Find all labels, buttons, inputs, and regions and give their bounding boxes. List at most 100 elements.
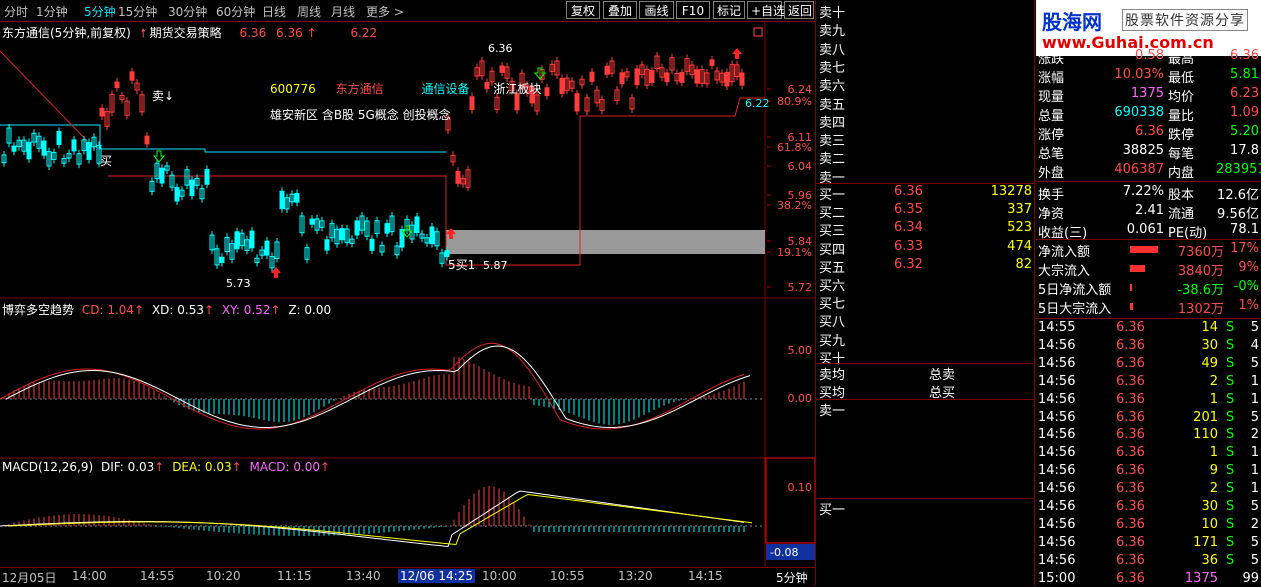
period-tab-8[interactable]: 月线: [331, 3, 355, 20]
up-arrow-icon: ↑: [134, 303, 145, 317]
low-price-label: 5.73: [226, 277, 251, 290]
candle: [144, 135, 150, 145]
tick-count: 5: [1250, 534, 1259, 550]
period-toolbar: 分时 1分钟 5分钟 15分钟 30分钟 60分钟 日线 周线 月线 更多 > 复权 叠加 画线 F10 标…: [0, 0, 815, 22]
indicator1-z: Z: 0.00: [288, 303, 332, 317]
flow-label: 大宗流入: [1038, 264, 1091, 279]
period-tab-5[interactable]: 60分钟: [216, 3, 255, 20]
quote-panel: 股海网 股票软件资源分享 www.Guhai.com.cn 涨跌 0.58 最高 6.…: [1036, 0, 1261, 586]
time-label: 14:00: [72, 569, 107, 583]
time-label: 12/06 14:25: [398, 569, 475, 583]
up-arrow-icon: ↑: [231, 460, 242, 474]
period-tab-6[interactable]: 日线: [262, 3, 286, 20]
up-arrow-icon: ↑: [270, 303, 281, 317]
tick-count: 1: [1250, 463, 1259, 479]
kline-chart-svg[interactable]: 6.2480.9%6.1161.8%6.045.9638.2%5.8419.1%…: [0, 21, 816, 567]
down-arrow-icon: [152, 150, 166, 163]
quote-label: 总量: [1038, 109, 1065, 124]
tick-side: S: [1226, 391, 1235, 407]
quote-label: 内盘: [1168, 166, 1195, 181]
chart-area[interactable]: 6.24 80.9% 6.11 61.8% 6.04 5.96 38.2% 5.84 19.1%…: [0, 21, 816, 567]
concepts-label: 雄安新区 含B股 5G概念 创投概念: [270, 108, 451, 122]
period-tab-2[interactable]: 5分钟: [84, 3, 116, 20]
toolbar-button-6[interactable]: 返回: [784, 1, 814, 19]
period-tab-7[interactable]: 周线: [297, 3, 321, 20]
tick-price: 6.36: [1116, 445, 1145, 461]
period-tab-1[interactable]: 1分钟: [36, 3, 68, 20]
tick-volume: 201: [1193, 409, 1218, 425]
time-label: 10:00: [482, 569, 517, 583]
candle: [99, 107, 105, 117]
bid-volume: 13278: [990, 184, 1032, 199]
period-tab-0[interactable]: 分时: [4, 3, 28, 20]
quote-label: 最高: [1168, 52, 1195, 67]
ask-label: 卖八: [819, 42, 846, 58]
tick-time: 14:56: [1038, 391, 1076, 407]
flow-bar: [1130, 265, 1145, 272]
price-axis-label: 61.8%: [777, 141, 812, 154]
flow-value: 7360万: [1177, 245, 1224, 260]
quote-label: 换手: [1038, 188, 1065, 203]
quote-label: 跌停: [1168, 128, 1195, 143]
bid-label: 买七: [819, 297, 846, 313]
buy2-signal-label: 5买1: [448, 258, 475, 272]
price-axis-label: 80.9%: [777, 95, 812, 108]
tick-price: 6.36: [1116, 427, 1145, 443]
toolbar-button-5[interactable]: +自选: [747, 1, 785, 19]
tick-count: 99: [1242, 570, 1259, 586]
quote-value: 0.061: [1126, 222, 1164, 237]
toolbar-button-0[interactable]: 复权: [566, 1, 600, 19]
tick-price: 6.36: [1116, 516, 1145, 532]
candle: [369, 238, 375, 251]
period-label[interactable]: 5分钟: [776, 569, 808, 586]
macd-name: MACD(12,26,9): [2, 460, 94, 474]
logo-subtitle: 股票软件资源分享: [1122, 9, 1248, 31]
candle: [249, 230, 255, 249]
candle: [41, 140, 47, 156]
time-label: 10:55: [550, 569, 585, 583]
avg-label: 卖均: [819, 368, 846, 383]
tick-count: 1: [1250, 481, 1259, 497]
time-label: 14:55: [140, 569, 175, 583]
bid-label: 买八: [819, 315, 846, 331]
macd-value: MACD: 0.00: [249, 460, 321, 474]
price-axis-label: 38.2%: [777, 199, 812, 212]
divider: [816, 399, 1034, 400]
quote-value: 6.23: [1230, 86, 1259, 101]
tick-volume: 2: [1209, 373, 1218, 389]
quote-value: 17.8: [1230, 143, 1259, 158]
candle: [71, 139, 77, 152]
ind1-axis-label: 0.00: [788, 392, 813, 405]
quote-value: 12.6亿: [1217, 188, 1259, 203]
gray-zone: [446, 230, 765, 254]
indicator1-xy: XY: 0.52: [221, 303, 271, 317]
candle: [219, 256, 225, 263]
quote-label: 涨幅: [1038, 71, 1065, 86]
flow-label: 5日净流入额: [1038, 283, 1112, 298]
tick-volume: 30: [1201, 337, 1218, 353]
toolbar-button-4[interactable]: 标记: [713, 1, 745, 19]
tick-time: 14:56: [1038, 463, 1076, 479]
period-tab-9[interactable]: 更多 >: [366, 3, 404, 20]
toolbar-button-3[interactable]: F10: [676, 1, 710, 19]
tick-side: S: [1226, 337, 1235, 353]
header-value-1: 6.36: [239, 26, 267, 40]
flow-label: 净流入额: [1038, 245, 1091, 260]
toolbar-button-2[interactable]: 画线: [639, 1, 674, 19]
tick-count: 4: [1250, 337, 1259, 353]
period-tab-4[interactable]: 30分钟: [168, 3, 207, 20]
tick-time: 14:56: [1038, 445, 1076, 461]
macd-axis-top: 0.10: [788, 481, 813, 494]
ind1-axis-label: 5.00: [788, 344, 813, 357]
candle: [339, 228, 345, 241]
time-label: 11:15: [277, 569, 312, 583]
period-tab-3[interactable]: 15分钟: [118, 3, 157, 20]
quote-label: 净资: [1038, 207, 1065, 222]
tick-count: 5: [1250, 409, 1259, 425]
quote-label: 最低: [1168, 71, 1195, 86]
candle: [455, 170, 461, 184]
quote-label: 外盘: [1038, 166, 1065, 181]
tick-side: S: [1226, 445, 1235, 461]
low2-price-label: 5.87: [483, 259, 508, 272]
toolbar-button-1[interactable]: 叠加: [603, 1, 637, 19]
